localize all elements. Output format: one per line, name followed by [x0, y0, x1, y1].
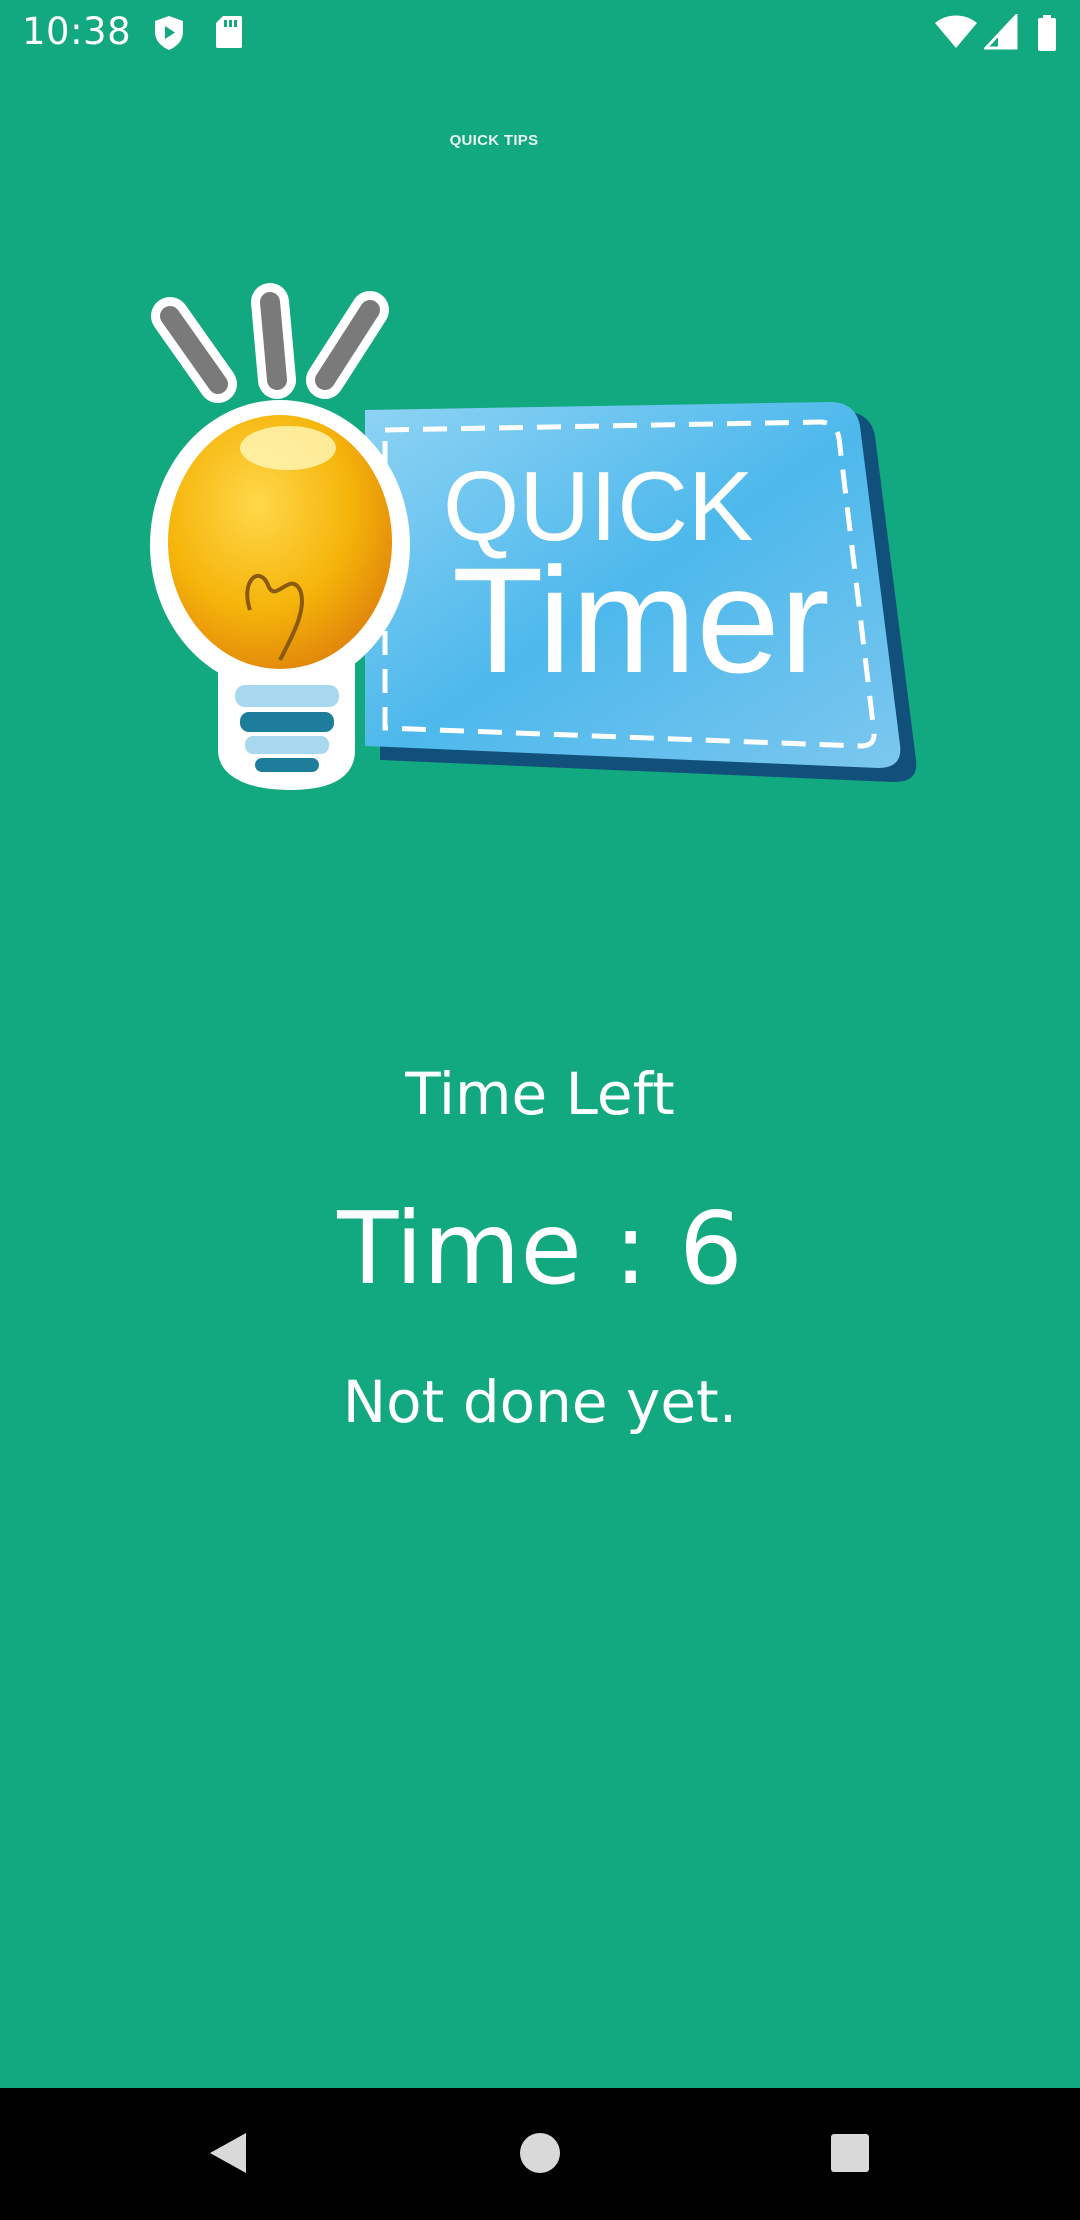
shield-play-icon: [152, 14, 186, 56]
home-icon[interactable]: [500, 2118, 580, 2188]
back-icon[interactable]: [188, 2118, 268, 2188]
svg-text:Timer: Timer: [452, 536, 830, 704]
quick-timer-logo: QUICK Timer: [140, 280, 930, 810]
time-left-label: Time Left: [405, 1060, 675, 1128]
recents-icon[interactable]: [810, 2118, 890, 2188]
status-message: Not done yet.: [342, 1368, 738, 1436]
battery-icon: [1036, 14, 1058, 56]
wifi-icon: [934, 14, 978, 54]
status-time: 10:38: [22, 10, 132, 53]
cellular-signal-icon: [982, 12, 1018, 54]
status-bar: 10:38: [0, 0, 1080, 66]
app-title: QUICK TIPS: [449, 132, 539, 149]
time-remaining-value: Time : 6: [337, 1190, 743, 1307]
navigation-bar: [0, 2088, 1080, 2220]
sd-card-icon: [214, 14, 244, 54]
